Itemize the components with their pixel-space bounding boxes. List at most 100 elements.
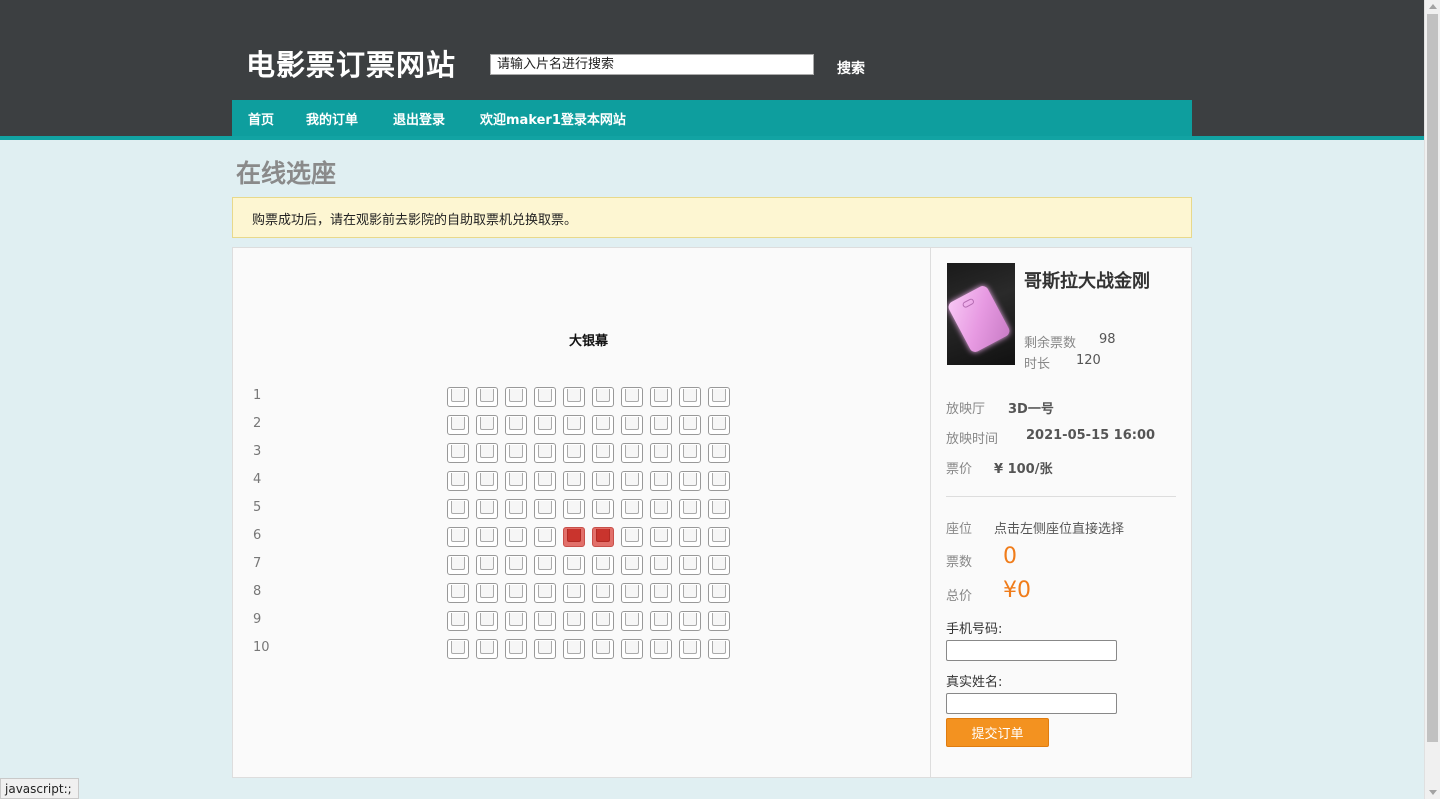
- seat-icon[interactable]: [476, 415, 498, 435]
- seat-icon[interactable]: [679, 387, 701, 407]
- submit-order-button[interactable]: 提交订单: [946, 718, 1049, 747]
- seat-icon[interactable]: [505, 443, 527, 463]
- seat-icon[interactable]: [708, 555, 730, 575]
- seat-icon[interactable]: [708, 639, 730, 659]
- seat-icon[interactable]: [534, 443, 556, 463]
- seat-icon[interactable]: [505, 527, 527, 547]
- seat-icon[interactable]: [679, 527, 701, 547]
- seat-icon[interactable]: [563, 443, 585, 463]
- seat-icon[interactable]: [505, 471, 527, 491]
- seat-icon[interactable]: [621, 415, 643, 435]
- seat-icon[interactable]: [708, 583, 730, 603]
- seat-icon[interactable]: [447, 583, 469, 603]
- seat-icon[interactable]: [621, 583, 643, 603]
- seat-icon[interactable]: [563, 639, 585, 659]
- seat-icon[interactable]: [621, 387, 643, 407]
- seat-icon[interactable]: [708, 499, 730, 519]
- seat-icon[interactable]: [621, 443, 643, 463]
- seat-icon[interactable]: [447, 499, 469, 519]
- seat-icon[interactable]: [650, 639, 672, 659]
- seat-icon[interactable]: [534, 527, 556, 547]
- seat-icon[interactable]: [708, 527, 730, 547]
- seat-icon[interactable]: [505, 499, 527, 519]
- seat-icon[interactable]: [534, 415, 556, 435]
- seat-icon[interactable]: [592, 583, 614, 603]
- seat-icon[interactable]: [505, 639, 527, 659]
- seat-icon[interactable]: [621, 527, 643, 547]
- seat-icon[interactable]: [708, 611, 730, 631]
- seat-icon[interactable]: [476, 499, 498, 519]
- seat-icon[interactable]: [563, 583, 585, 603]
- vertical-scrollbar[interactable]: [1424, 0, 1440, 799]
- seat-icon[interactable]: [476, 611, 498, 631]
- scroll-up-arrow-icon[interactable]: [1429, 4, 1437, 9]
- seat-icon[interactable]: [447, 611, 469, 631]
- seat-icon[interactable]: [592, 555, 614, 575]
- seat-icon[interactable]: [505, 415, 527, 435]
- seat-icon[interactable]: [592, 415, 614, 435]
- seat-icon[interactable]: [534, 611, 556, 631]
- seat-icon[interactable]: [447, 415, 469, 435]
- seat-icon[interactable]: [447, 639, 469, 659]
- seat-icon[interactable]: [592, 387, 614, 407]
- seat-icon[interactable]: [708, 443, 730, 463]
- seat-icon[interactable]: [708, 415, 730, 435]
- seat-icon[interactable]: [679, 611, 701, 631]
- scroll-down-arrow-icon[interactable]: [1429, 790, 1437, 795]
- seat-icon[interactable]: [650, 583, 672, 603]
- seat-icon[interactable]: [650, 443, 672, 463]
- seat-icon[interactable]: [621, 471, 643, 491]
- seat-icon[interactable]: [563, 499, 585, 519]
- seat-icon[interactable]: [650, 555, 672, 575]
- seat-icon[interactable]: [534, 639, 556, 659]
- seat-icon[interactable]: [476, 583, 498, 603]
- search-button[interactable]: 搜索: [837, 58, 865, 78]
- seat-icon[interactable]: [476, 471, 498, 491]
- scroll-thumb[interactable]: [1427, 14, 1438, 742]
- seat-icon[interactable]: [476, 387, 498, 407]
- seat-icon[interactable]: [476, 527, 498, 547]
- seat-icon[interactable]: [650, 415, 672, 435]
- nav-welcome-user[interactable]: 欢迎maker1登录本网站: [480, 109, 626, 128]
- seat-icon[interactable]: [650, 611, 672, 631]
- seat-icon[interactable]: [650, 499, 672, 519]
- seat-icon[interactable]: [505, 583, 527, 603]
- seat-icon[interactable]: [447, 555, 469, 575]
- seat-icon[interactable]: [534, 471, 556, 491]
- nav-home[interactable]: 首页: [248, 109, 274, 128]
- seat-icon[interactable]: [679, 639, 701, 659]
- seat-icon[interactable]: [621, 499, 643, 519]
- seat-icon[interactable]: [592, 639, 614, 659]
- seat-icon[interactable]: [679, 499, 701, 519]
- seat-icon[interactable]: [534, 387, 556, 407]
- seat-icon[interactable]: [563, 611, 585, 631]
- seat-icon[interactable]: [505, 611, 527, 631]
- seat-icon[interactable]: [563, 555, 585, 575]
- seat-icon[interactable]: [447, 527, 469, 547]
- seat-icon[interactable]: [621, 611, 643, 631]
- seat-icon[interactable]: [679, 471, 701, 491]
- seat-icon[interactable]: [563, 415, 585, 435]
- seat-icon[interactable]: [505, 555, 527, 575]
- seat-icon[interactable]: [447, 387, 469, 407]
- nav-logout[interactable]: 退出登录: [393, 109, 445, 128]
- seat-icon[interactable]: [708, 387, 730, 407]
- seat-icon[interactable]: [650, 387, 672, 407]
- seat-icon[interactable]: [563, 471, 585, 491]
- search-input[interactable]: [490, 54, 814, 75]
- seat-icon[interactable]: [592, 611, 614, 631]
- seat-icon[interactable]: [621, 639, 643, 659]
- seat-icon[interactable]: [679, 555, 701, 575]
- seat-icon[interactable]: [592, 499, 614, 519]
- seat-icon[interactable]: [476, 443, 498, 463]
- name-field[interactable]: [946, 693, 1117, 714]
- seat-icon[interactable]: [534, 555, 556, 575]
- seat-icon[interactable]: [592, 471, 614, 491]
- seat-icon[interactable]: [621, 555, 643, 575]
- seat-icon[interactable]: [563, 387, 585, 407]
- seat-icon[interactable]: [476, 555, 498, 575]
- seat-icon[interactable]: [476, 639, 498, 659]
- seat-icon[interactable]: [447, 443, 469, 463]
- seat-icon[interactable]: [505, 387, 527, 407]
- seat-icon[interactable]: [679, 443, 701, 463]
